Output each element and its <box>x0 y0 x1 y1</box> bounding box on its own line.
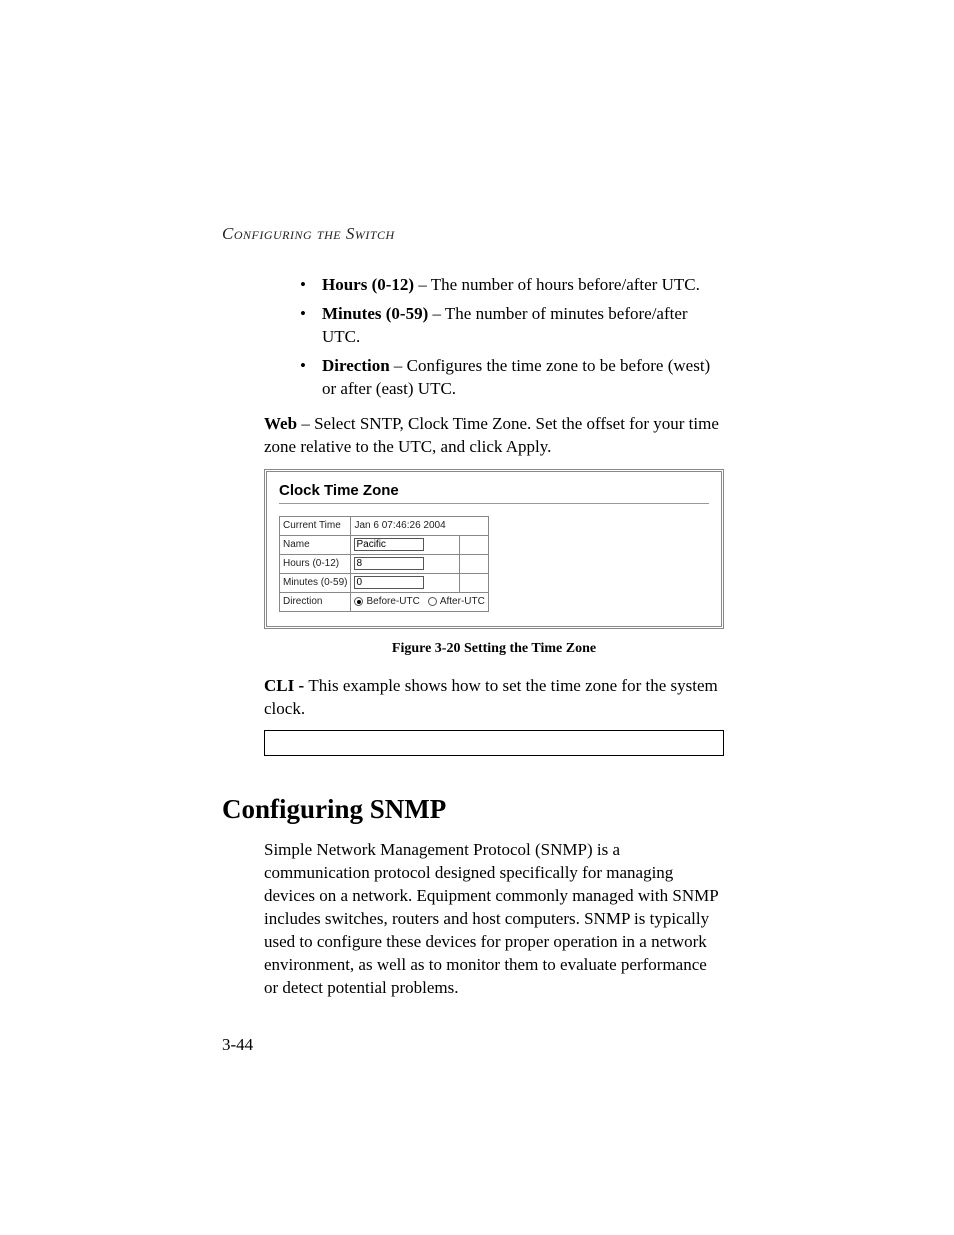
minutes-input[interactable] <box>354 576 424 589</box>
row-direction: Direction Before-UTC After-UTC <box>280 592 489 611</box>
running-header: Configuring the Switch <box>222 224 395 244</box>
row-current-time: Current Time Jan 6 07:46:26 2004 <box>280 516 489 535</box>
web-lead: Web <box>264 414 297 433</box>
section-heading-configuring-snmp: Configuring SNMP <box>222 794 724 825</box>
bullet-term: Direction <box>322 356 390 375</box>
snmp-paragraph: Simple Network Management Protocol (SNMP… <box>264 839 724 1000</box>
cli-example-box <box>264 730 724 756</box>
web-rest: – Select SNTP, Clock Time Zone. Set the … <box>264 414 719 456</box>
web-paragraph: Web – Select SNTP, Clock Time Zone. Set … <box>264 413 724 459</box>
bullet-term: Hours (0-12) <box>322 275 414 294</box>
label-current-time: Current Time <box>280 516 351 535</box>
bullet-term: Minutes (0-59) <box>322 304 428 323</box>
label-minutes: Minutes (0-59) <box>280 573 351 592</box>
bullet-desc: – The number of hours before/after UTC. <box>414 275 700 294</box>
label-name: Name <box>280 535 351 554</box>
cell-spacer <box>459 535 488 554</box>
cli-paragraph: CLI - This example shows how to set the … <box>264 675 724 721</box>
cli-rest: This example shows how to set the time z… <box>264 676 718 718</box>
cell-hours-input <box>351 554 459 573</box>
page: Configuring the Switch Hours (0-12) – Th… <box>0 0 954 1235</box>
bullet-item-hours: Hours (0-12) – The number of hours befor… <box>300 274 724 297</box>
cell-spacer <box>459 573 488 592</box>
timezone-table: Current Time Jan 6 07:46:26 2004 Name Ho… <box>279 516 489 612</box>
radio-before-utc[interactable] <box>354 597 363 606</box>
figure-title: Clock Time Zone <box>279 482 709 499</box>
bullet-item-minutes: Minutes (0-59) – The number of minutes b… <box>300 303 724 349</box>
cell-name-input <box>351 535 459 554</box>
bullet-list: Hours (0-12) – The number of hours befor… <box>222 274 724 401</box>
bullet-item-direction: Direction – Configures the time zone to … <box>300 355 724 401</box>
direction-radio-group: Before-UTC After-UTC <box>354 596 484 607</box>
row-hours: Hours (0-12) <box>280 554 489 573</box>
page-number: 3-44 <box>222 1035 253 1055</box>
body-area: Hours (0-12) – The number of hours befor… <box>222 274 724 1000</box>
row-minutes: Minutes (0-59) <box>280 573 489 592</box>
cell-spacer <box>459 554 488 573</box>
value-current-time: Jan 6 07:46:26 2004 <box>351 516 488 535</box>
row-name: Name <box>280 535 489 554</box>
cli-lead: CLI - <box>264 676 308 695</box>
label-direction: Direction <box>280 592 351 611</box>
label-hours: Hours (0-12) <box>280 554 351 573</box>
cell-minutes-input <box>351 573 459 592</box>
cell-direction: Before-UTC After-UTC <box>351 592 488 611</box>
radio-label-before: Before-UTC <box>366 596 419 607</box>
figure-clock-time-zone: Clock Time Zone Current Time Jan 6 07:46… <box>264 469 724 629</box>
hours-input[interactable] <box>354 557 424 570</box>
name-input[interactable] <box>354 538 424 551</box>
radio-label-after: After-UTC <box>440 596 485 607</box>
figure-divider <box>279 503 709 504</box>
radio-after-utc[interactable] <box>428 597 437 606</box>
figure-caption: Figure 3-20 Setting the Time Zone <box>264 641 724 657</box>
